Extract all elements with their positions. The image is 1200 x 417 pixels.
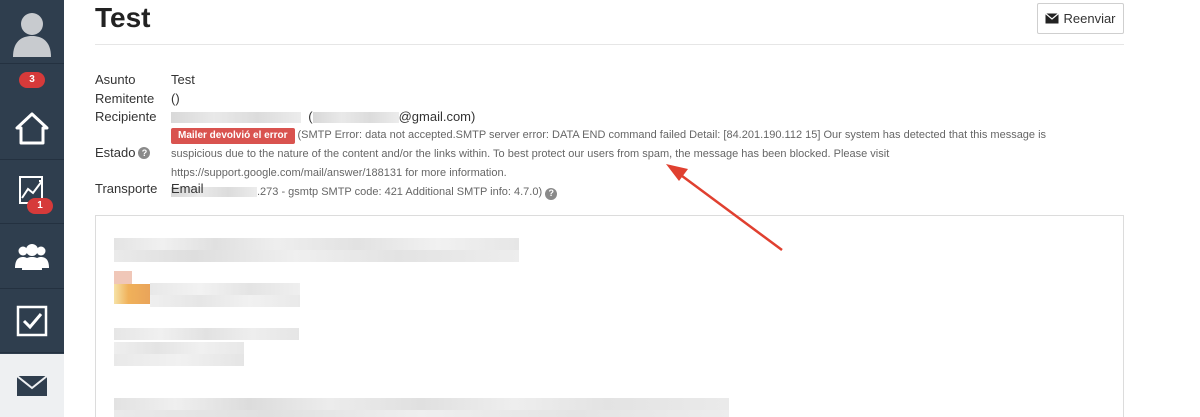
- home-icon: [15, 112, 49, 144]
- help-icon[interactable]: ?: [138, 146, 151, 159]
- recipient-value: (@gmail.com): [171, 109, 475, 124]
- sidebar-item-profile[interactable]: [0, 0, 64, 64]
- sender-value: (): [171, 91, 180, 106]
- blurred-text-line: [114, 238, 519, 250]
- transport-value: Email: [171, 181, 204, 196]
- divider: [95, 44, 1124, 45]
- error-badge: Mailer devolvió el error: [171, 128, 295, 144]
- checkbox-icon: [16, 305, 48, 336]
- resend-button[interactable]: Reenviar: [1037, 3, 1124, 34]
- page-title: Test: [95, 2, 151, 33]
- status-label: Estado?: [95, 145, 151, 160]
- blurred-text-line: [150, 295, 300, 307]
- blurred-text-line: [114, 328, 299, 340]
- status-message: Mailer devolvió el error (SMTP Error: dat…: [171, 126, 1091, 202]
- sidebar-item-home[interactable]: [0, 96, 64, 160]
- sender-label: Remitente: [95, 91, 155, 106]
- sidebar-item-contacts[interactable]: [0, 225, 64, 289]
- blurred-text-line: [114, 410, 729, 417]
- recipient-label: Recipiente: [95, 109, 157, 124]
- blurred-text-line: [114, 250, 519, 262]
- status-message-text: (SMTP Error: data not accepted.SMTP serv…: [171, 129, 1047, 179]
- transport-label: Transporte: [95, 181, 158, 196]
- sidebar-item-tasks[interactable]: [0, 289, 64, 353]
- subject-value: Test: [171, 72, 195, 87]
- subject-label: Asunto: [95, 72, 136, 87]
- sidebar: 3 1: [0, 0, 64, 417]
- blurred-text-line: [150, 283, 300, 295]
- help-icon[interactable]: ?: [545, 187, 558, 200]
- redacted-name: [171, 112, 301, 124]
- blurred-text-line: [114, 398, 729, 410]
- blurred-logo: [114, 284, 150, 304]
- reports-badge: 1: [27, 198, 53, 214]
- blurred-logo: [114, 271, 132, 285]
- redacted-email: [312, 112, 399, 124]
- sidebar-item-mail[interactable]: [0, 354, 64, 417]
- status-label-text: Estado: [95, 145, 136, 160]
- notification-badge: 3: [19, 72, 45, 88]
- status-tail-text: .273 - gsmtp SMTP code: 421 Additional S…: [257, 186, 543, 198]
- envelope-icon: [16, 374, 48, 396]
- recipient-email-suffix: @gmail.com): [398, 109, 476, 124]
- envelope-icon: [1045, 13, 1060, 24]
- user-icon: [13, 12, 51, 57]
- group-icon: [15, 243, 49, 270]
- blurred-text-line: [114, 342, 244, 354]
- email-preview: [95, 215, 1124, 417]
- resend-button-label: Reenviar: [1063, 11, 1116, 26]
- sidebar-item-reports[interactable]: [0, 160, 64, 224]
- blurred-text-line: [114, 354, 244, 366]
